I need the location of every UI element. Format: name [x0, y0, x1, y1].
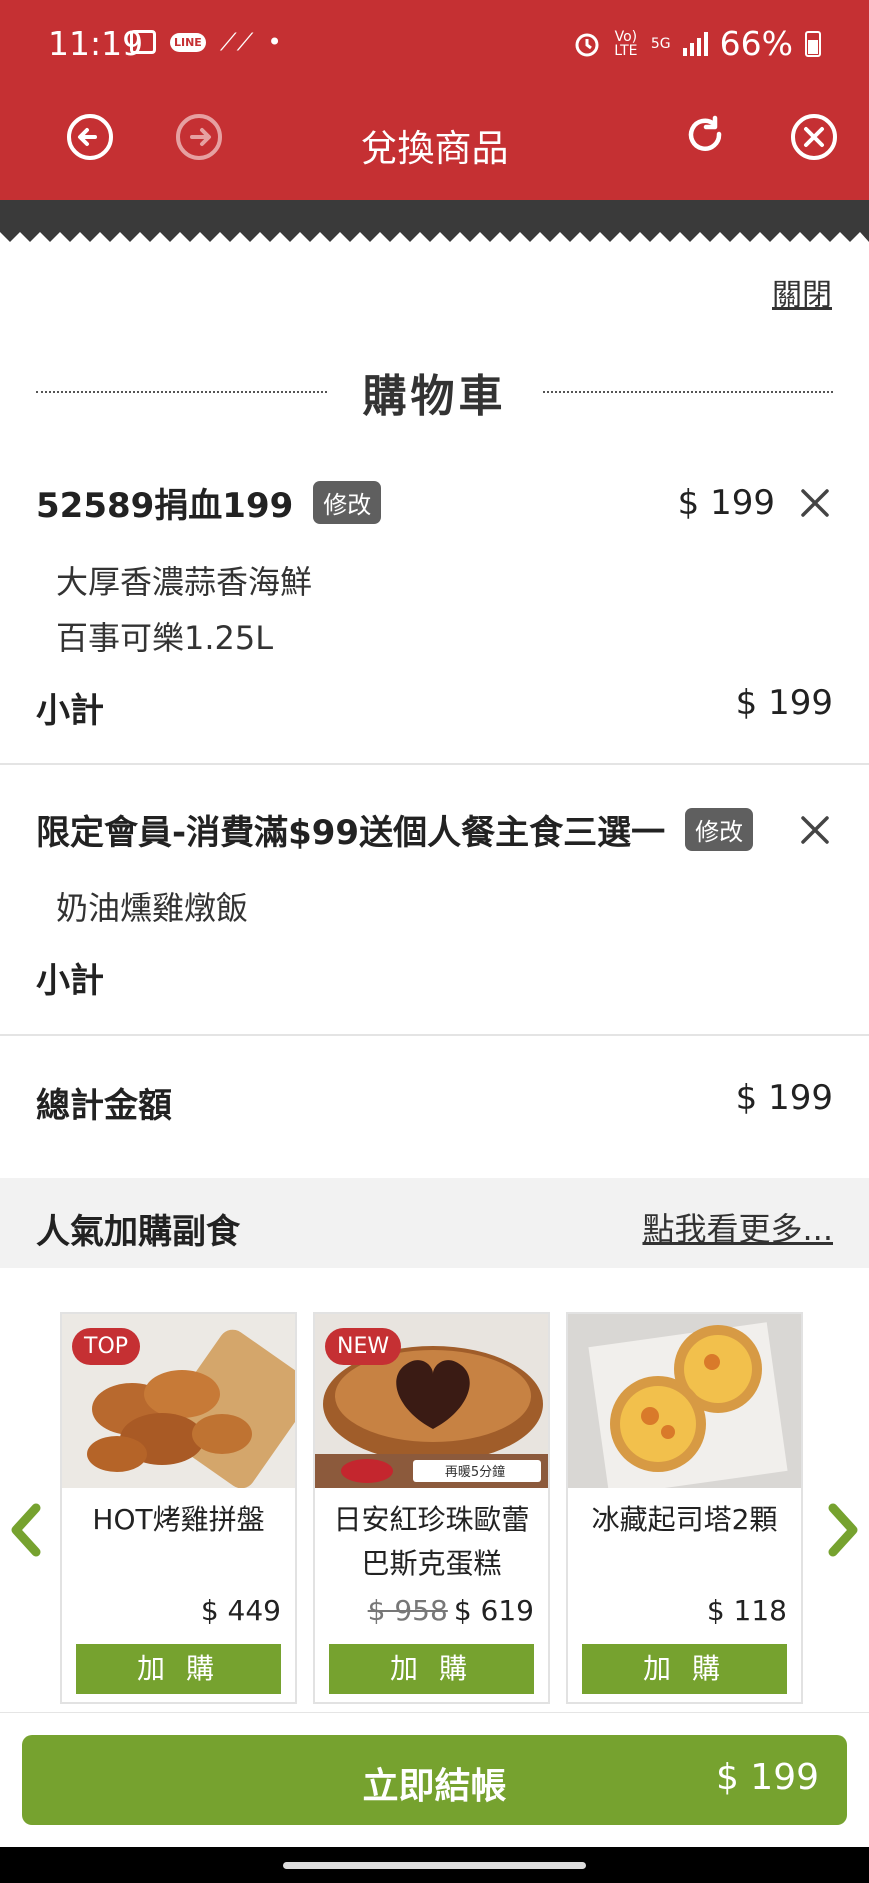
cart-item-price: $ 199 [677, 482, 775, 523]
chevron-right-icon[interactable] [823, 1502, 863, 1558]
signal-slash-icon: ⟋⟋ [219, 28, 254, 56]
cart-heading: 購物車 [36, 362, 833, 422]
volte-indicator: Vo) LTE [614, 28, 638, 59]
cart-title: 購物車 [362, 371, 507, 422]
price-value: $ 449 [200, 1594, 281, 1627]
product-name: HOT烤雞拼盤 [92, 1503, 265, 1536]
total-row: 總計金額 $ 199 [36, 1078, 833, 1127]
checkout-button[interactable]: 立即結帳 $ 199 [22, 1735, 847, 1825]
cart-item: 52589捐血199 修改 $ 199 [36, 478, 833, 527]
signal-icon [682, 31, 708, 56]
close-cart-link[interactable]: 關閉 [772, 270, 832, 314]
subtotal-label: 小計 [36, 961, 104, 1001]
zigzag-edge [0, 232, 869, 242]
subtotal-value: $ 199 [735, 683, 833, 723]
notification-icons: LINE ⟋⟋ • [130, 28, 282, 56]
alarm-icon [575, 33, 599, 56]
product-tag: TOP [72, 1328, 141, 1365]
edit-button[interactable]: 修改 [313, 481, 382, 524]
product-card[interactable]: 冰藏起司塔2顆 $ 118 加 購 [566, 1312, 803, 1704]
add-to-cart-button[interactable]: 加 購 [76, 1644, 281, 1694]
home-gesture-handle[interactable] [283, 1862, 586, 1869]
cart-item-name: 限定會員-消費滿$99送個人餐主食三選一 [36, 813, 666, 853]
subtotal-row: 小計 $ 199 [36, 683, 833, 732]
total-label: 總計金額 [36, 1086, 172, 1126]
product-name: 日安紅珍珠歐蕾巴斯克蛋糕 [333, 1503, 530, 1580]
battery-percent: 66% [719, 24, 793, 63]
refresh-icon[interactable] [681, 112, 731, 162]
checkout-bar: 立即結帳 $ 199 [0, 1712, 869, 1847]
price-value: $ 619 [453, 1594, 534, 1627]
add-to-cart-button[interactable]: 加 購 [582, 1644, 787, 1694]
see-more-link[interactable]: 點我看更多... [642, 1204, 833, 1250]
addon-carousel: TOP HOT烤雞拼盤 $ 449 加 購 再暖5分鐘 NEW 日安紅珍珠歐蕾巴… [0, 1312, 869, 1712]
status-bar: 11:19 LINE ⟋⟋ • Vo) LTE 5G 66% [0, 0, 869, 90]
notification-dot: • [267, 28, 282, 56]
cart-item-name: 52589捐血199 [36, 486, 294, 526]
addon-header: 人氣加購副食 點我看更多... [0, 1178, 869, 1268]
item-option: 大厚香濃蒜香海鮮 [56, 563, 313, 601]
product-price: $ 958 $ 619 [368, 1594, 534, 1627]
item-option: 百事可樂1.25L [56, 619, 274, 657]
chevron-left-icon[interactable] [6, 1502, 46, 1558]
product-card[interactable]: 再暖5分鐘 NEW 日安紅珍珠歐蕾巴斯克蛋糕 $ 958 $ 619 加 購 [313, 1312, 550, 1704]
network-type: 5G [650, 35, 671, 52]
divider [0, 1034, 869, 1036]
remove-item-icon[interactable] [797, 812, 833, 848]
dotted-divider-right [542, 391, 833, 393]
image-caption: 再暖5分鐘 [445, 1464, 505, 1480]
product-price: $ 449 [201, 1594, 281, 1627]
item-option: 奶油燻雞燉飯 [56, 889, 249, 927]
system-icons: Vo) LTE 5G 66% [573, 24, 821, 63]
gallery-icon [130, 30, 156, 54]
subtotal-row: 小計 [36, 953, 833, 1002]
remove-item-icon[interactable] [797, 485, 833, 521]
status-time: 11:19 [48, 24, 144, 63]
divider [0, 763, 869, 765]
total-value: $ 199 [735, 1078, 833, 1118]
product-image-cheese-tarts [568, 1314, 801, 1488]
product-card[interactable]: TOP HOT烤雞拼盤 $ 449 加 購 [60, 1312, 297, 1704]
product-tag: NEW [325, 1328, 402, 1365]
cart-item: 限定會員-消費滿$99送個人餐主食三選一 修改 [36, 805, 833, 854]
dotted-divider-left [36, 391, 327, 393]
addon-title: 人氣加購副食 [36, 1212, 240, 1252]
add-to-cart-button[interactable]: 加 購 [329, 1644, 534, 1694]
subtotal-label: 小計 [36, 691, 104, 731]
original-price: $ 958 [367, 1594, 448, 1627]
battery-icon [805, 30, 821, 57]
top-nav-bar: 兌換商品 [0, 90, 869, 200]
line-app-icon: LINE [170, 32, 206, 52]
checkout-amount: $ 199 [715, 1757, 819, 1798]
close-circle-icon[interactable] [789, 112, 839, 162]
product-price: $ 118 [707, 1594, 787, 1627]
system-nav-bar [0, 1847, 869, 1883]
edit-button[interactable]: 修改 [685, 808, 754, 851]
price-value: $ 118 [706, 1594, 787, 1627]
page-title: 兌換商品 [360, 127, 509, 170]
product-name: 冰藏起司塔2顆 [591, 1503, 778, 1536]
